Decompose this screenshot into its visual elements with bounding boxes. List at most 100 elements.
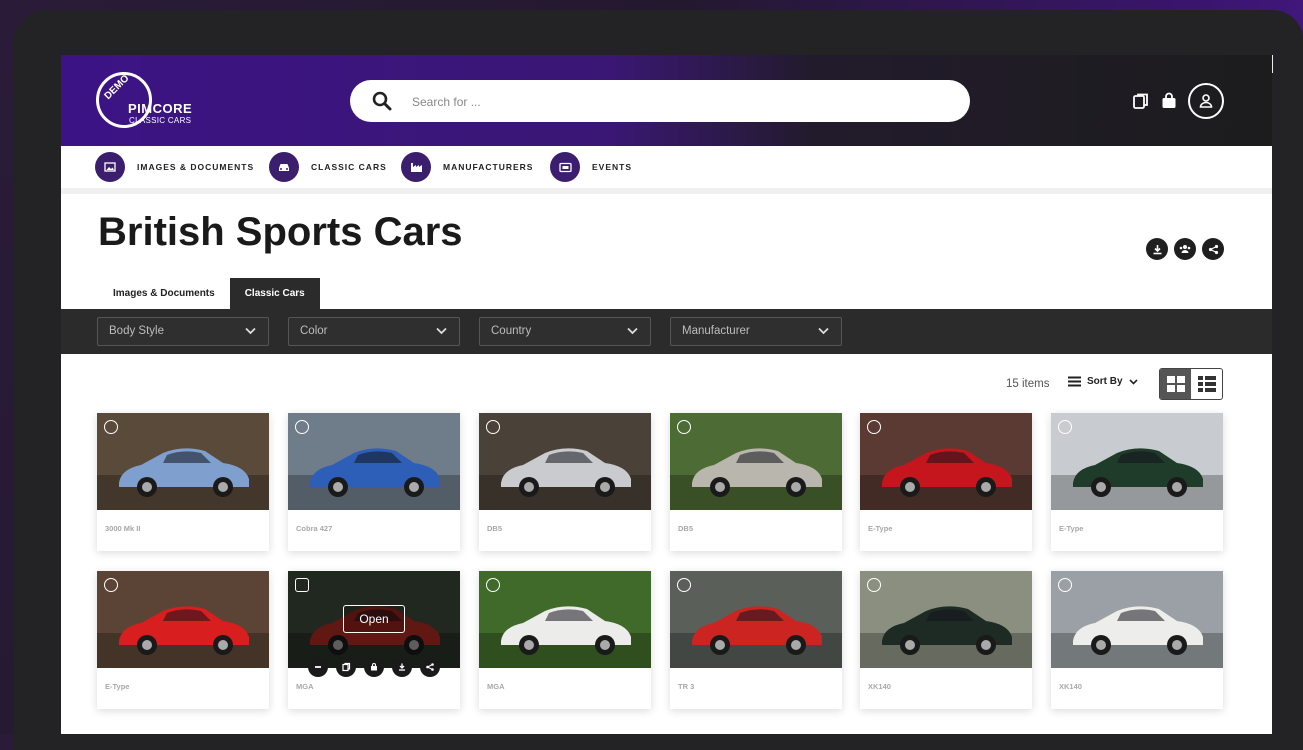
car-image[interactable] xyxy=(1051,413,1223,510)
select-checkbox[interactable] xyxy=(104,420,118,434)
nav-item-events[interactable]: EVENTS xyxy=(550,152,632,182)
compare-icon[interactable] xyxy=(336,657,356,677)
logo-subtitle: CLASSIC CARS xyxy=(129,116,192,125)
remove-icon[interactable] xyxy=(308,657,328,677)
select-checkbox[interactable] xyxy=(486,578,500,592)
car-image[interactable] xyxy=(479,413,651,510)
page-actions xyxy=(1146,238,1224,260)
filter-bar: Body Style Color Country Manufacturer xyxy=(61,309,1272,354)
car-name: E-Type xyxy=(1059,524,1084,533)
sort-dropdown[interactable]: Sort By xyxy=(1068,376,1138,387)
share-icon[interactable] xyxy=(420,657,440,677)
search-input[interactable] xyxy=(410,90,934,114)
select-checkbox[interactable] xyxy=(486,420,500,434)
search-bar xyxy=(350,80,970,122)
download-icon[interactable] xyxy=(1146,238,1168,260)
grid-view-button[interactable] xyxy=(1160,369,1191,399)
account-icon xyxy=(1199,94,1213,108)
users-icon[interactable] xyxy=(1174,238,1196,260)
select-checkbox[interactable] xyxy=(1058,578,1072,592)
car-image[interactable] xyxy=(670,413,842,510)
car-name: 3000 Mk II xyxy=(105,524,141,533)
list-view-button[interactable] xyxy=(1191,369,1222,399)
nav-item-images-documents[interactable]: IMAGES & DOCUMENTS xyxy=(95,152,254,182)
car-image[interactable] xyxy=(97,413,269,510)
car-image[interactable] xyxy=(97,571,269,668)
car-name: XK140 xyxy=(868,682,891,691)
select-checkbox[interactable] xyxy=(1058,420,1072,434)
item-count: 15 items xyxy=(1006,378,1050,390)
logo-brand-text: PIMCORE xyxy=(128,101,193,116)
share-icon[interactable] xyxy=(1202,238,1224,260)
car-image[interactable] xyxy=(288,413,460,510)
car-name: E-Type xyxy=(105,682,130,691)
select-checkbox[interactable] xyxy=(677,420,691,434)
menu-icon xyxy=(1068,376,1081,387)
car-name: MGA xyxy=(296,682,314,691)
filter-label: Manufacturer xyxy=(682,325,750,337)
product-card[interactable]: Cobra 427 xyxy=(288,413,460,551)
compare-icon[interactable] xyxy=(1132,92,1150,110)
nav-item-classic-cars[interactable]: CLASSIC CARS xyxy=(269,152,387,182)
shopping-bag-icon[interactable] xyxy=(1160,92,1178,110)
product-card[interactable]: DB5 xyxy=(479,413,651,551)
car-name: MGA xyxy=(487,682,505,691)
select-checkbox[interactable] xyxy=(295,578,309,592)
car-image[interactable] xyxy=(479,571,651,668)
filter-manufacturer[interactable]: Manufacturer xyxy=(670,317,842,346)
car-name: XK140 xyxy=(1059,682,1082,691)
car-image[interactable] xyxy=(860,413,1032,510)
top-header: DEMO PIMCORE CLASSIC CARS xyxy=(61,55,1272,146)
product-card[interactable]: E-Type xyxy=(860,413,1032,551)
car-name: Cobra 427 xyxy=(296,524,333,533)
nav-label: CLASSIC CARS xyxy=(311,162,387,172)
bag-icon[interactable] xyxy=(364,657,384,677)
filter-body-style[interactable]: Body Style xyxy=(97,317,269,346)
product-card[interactable]: DB5 xyxy=(670,413,842,551)
logo[interactable]: DEMO PIMCORE CLASSIC CARS xyxy=(96,72,206,130)
select-checkbox[interactable] xyxy=(867,578,881,592)
sort-label: Sort By xyxy=(1087,376,1123,387)
product-card[interactable]: E-Type xyxy=(97,571,269,709)
chevron-down-icon xyxy=(818,327,829,335)
product-card[interactable]: TR 3 xyxy=(670,571,842,709)
select-checkbox[interactable] xyxy=(104,578,118,592)
select-checkbox[interactable] xyxy=(677,578,691,592)
product-card[interactable]: MGA xyxy=(479,571,651,709)
product-card[interactable]: XK140 xyxy=(1051,571,1223,709)
chevron-down-icon xyxy=(436,327,447,335)
chevron-down-icon xyxy=(245,327,256,335)
car-image[interactable] xyxy=(1051,571,1223,668)
filter-label: Body Style xyxy=(109,325,164,337)
card-actions xyxy=(308,657,440,677)
open-button[interactable]: Open xyxy=(343,605,405,633)
car-name: DB5 xyxy=(678,524,694,533)
account-button[interactable] xyxy=(1188,83,1224,119)
list-view-icon xyxy=(1197,376,1216,392)
nav-item-manufacturers[interactable]: MANUFACTURERS xyxy=(401,152,533,182)
product-card[interactable]: XK140 xyxy=(860,571,1032,709)
factory-icon xyxy=(401,152,431,182)
chevron-down-icon xyxy=(627,327,638,335)
tab-classic-cars[interactable]: Classic Cars xyxy=(229,278,320,309)
filter-label: Country xyxy=(491,325,532,337)
select-checkbox[interactable] xyxy=(295,420,309,434)
car-icon xyxy=(269,152,299,182)
product-card[interactable]: 3000 Mk II xyxy=(97,413,269,551)
download-icon[interactable] xyxy=(392,657,412,677)
tab-images-documents[interactable]: Images & Documents xyxy=(98,278,230,309)
car-image[interactable] xyxy=(860,571,1032,668)
car-name: DB5 xyxy=(487,524,503,533)
product-card[interactable]: E-Type xyxy=(1051,413,1223,551)
select-checkbox[interactable] xyxy=(867,420,881,434)
product-card[interactable]: Open MGA xyxy=(288,571,460,709)
search-icon[interactable] xyxy=(372,91,392,111)
filter-country[interactable]: Country xyxy=(479,317,651,346)
header-icons xyxy=(1132,82,1224,120)
car-image[interactable] xyxy=(670,571,842,668)
filter-color[interactable]: Color xyxy=(288,317,460,346)
view-toggle xyxy=(1159,368,1223,400)
filter-label: Color xyxy=(300,325,328,337)
ticket-icon xyxy=(550,152,580,182)
nav-label: IMAGES & DOCUMENTS xyxy=(137,162,255,172)
